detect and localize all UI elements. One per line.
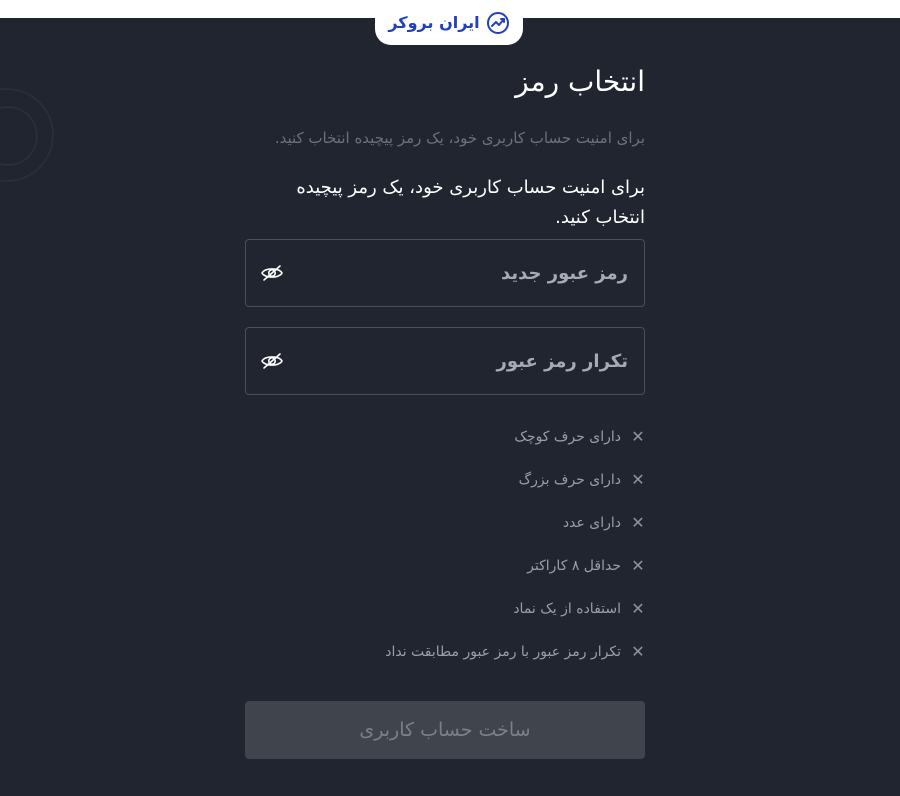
brand-logo[interactable]: ایران بروکر <box>375 0 523 45</box>
rule-item: ✕ حداقل ۸ کاراکتر <box>245 544 645 587</box>
close-icon: ✕ <box>631 513 645 532</box>
close-icon: ✕ <box>631 556 645 575</box>
close-icon: ✕ <box>631 427 645 446</box>
rule-item: ✕ دارای عدد <box>245 501 645 544</box>
rule-item: ✕ دارای حرف بزرگ <box>245 458 645 501</box>
rule-item: ✕ دارای حرف کوچک <box>245 415 645 458</box>
page-title: انتخاب رمز <box>515 65 645 98</box>
brand-logo-text: ایران بروکر <box>388 13 480 32</box>
password-rules-list: ✕ دارای حرف کوچک ✕ دارای حرف بزرگ ✕ دارا… <box>245 415 645 673</box>
rule-label: استفاده از یک نماد <box>513 600 621 617</box>
close-icon: ✕ <box>631 642 645 661</box>
eye-slash-icon[interactable] <box>260 349 284 373</box>
close-icon: ✕ <box>631 470 645 489</box>
create-account-button[interactable]: ساخت حساب کاربری <box>245 701 645 759</box>
eye-slash-icon[interactable] <box>260 261 284 285</box>
rule-label: دارای حرف کوچک <box>514 428 621 445</box>
rule-item: ✕ استفاده از یک نماد <box>245 587 645 630</box>
rule-item: ✕ تکرار رمز عبور با رمز عبور مطابقت نداد <box>245 630 645 673</box>
rule-label: حداقل ۸ کاراکتر <box>527 557 621 574</box>
rule-label: دارای حرف بزرگ <box>518 471 621 488</box>
rule-label: تکرار رمز عبور با رمز عبور مطابقت نداد <box>385 643 621 660</box>
repeat-password-input[interactable] <box>246 328 644 394</box>
chart-trend-icon <box>486 11 509 34</box>
new-password-field <box>245 239 645 307</box>
page-subtitle: برای امنیت حساب کاربری خود، یک رمز پیچید… <box>296 177 645 228</box>
close-icon: ✕ <box>631 599 645 618</box>
rule-label: دارای عدد <box>562 514 621 531</box>
new-password-input[interactable] <box>246 240 644 306</box>
repeat-password-field <box>245 327 645 395</box>
page-subtitle-muted: برای امنیت حساب کاربری خود، یک رمز پیچید… <box>274 129 645 147</box>
password-form: انتخاب رمز برای امنیت حساب کاربری خود، ی… <box>245 60 645 759</box>
